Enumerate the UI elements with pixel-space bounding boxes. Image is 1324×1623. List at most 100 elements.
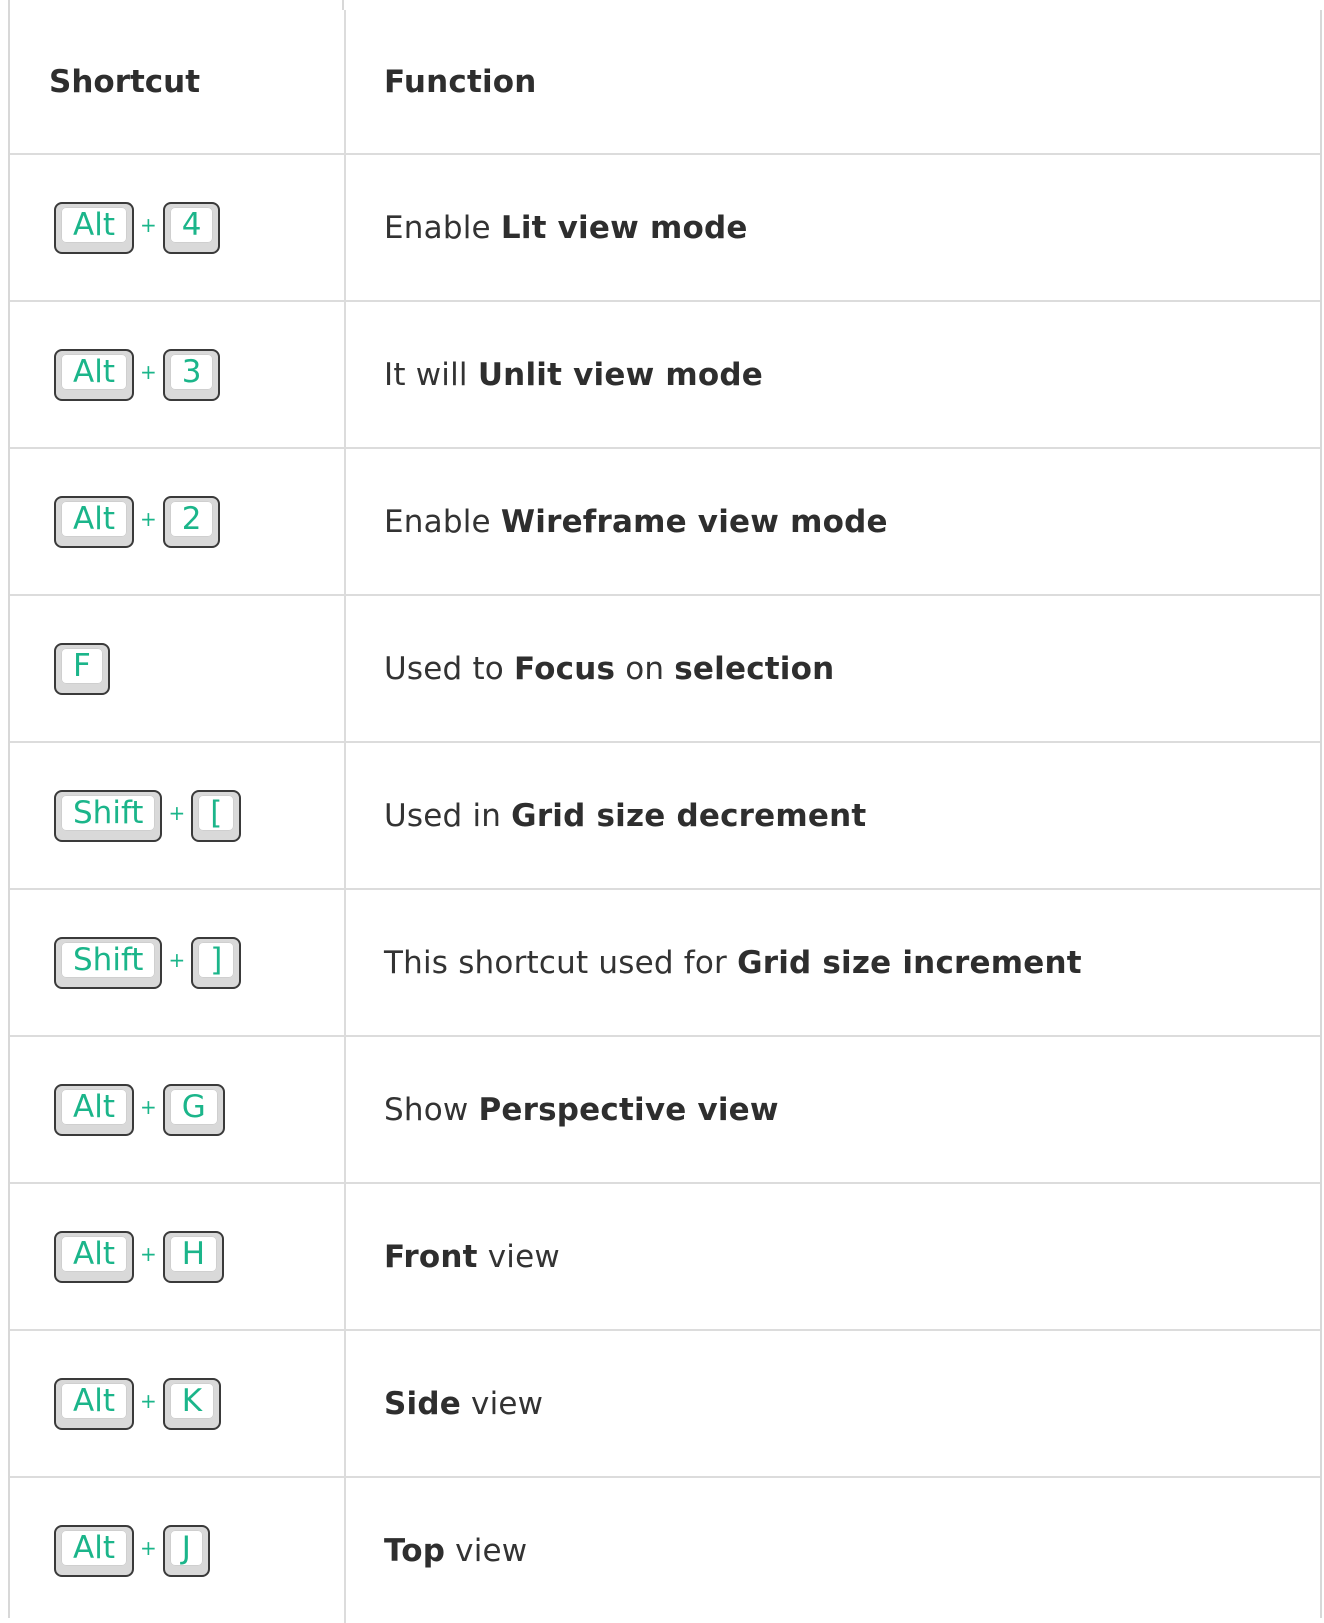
function-keyword: Side — [384, 1385, 461, 1422]
keycap-f: F — [54, 642, 110, 695]
table-top-divider-line — [342, 0, 344, 10]
keycap-label: 2 — [181, 500, 202, 537]
function-keyword: Lit view mode — [500, 209, 748, 246]
function-text: Used to — [384, 650, 515, 687]
function-text: It will — [384, 356, 478, 393]
shortcut-cell: Alt +2 — [10, 449, 346, 594]
function-keyword: Grid size increment — [737, 944, 1082, 981]
keycap-label: F — [73, 647, 91, 684]
function-keyword: Grid size decrement — [511, 797, 867, 834]
shortcut-cell: Alt + G — [10, 1037, 346, 1182]
keycap-shift: Shift — [54, 936, 163, 989]
function-description: Front view — [384, 1239, 560, 1275]
function-keyword: Unlit view mode — [477, 356, 764, 393]
function-text: Enable — [384, 209, 501, 246]
plus-sign: + — [139, 1388, 157, 1413]
key-combo: Alt + J — [54, 1524, 210, 1577]
keycap-g: G — [162, 1083, 225, 1136]
function-text: on — [615, 650, 675, 687]
function-keyword: Front — [384, 1238, 478, 1275]
function-keyword: Focus — [514, 650, 616, 687]
key-combo: Alt +4 — [54, 201, 221, 254]
key-combo: Alt + K — [54, 1377, 222, 1430]
function-cell: It will Unlit view mode — [346, 302, 1320, 447]
keycap-label: Alt — [73, 206, 115, 243]
table-top-left-line — [8, 0, 10, 10]
header-shortcut: Shortcut — [10, 10, 346, 153]
function-cell: Show Perspective view — [346, 1037, 1320, 1182]
shortcut-cell: Alt +4 — [10, 155, 346, 300]
key-combo: Alt +2 — [54, 495, 221, 548]
keycap-label: H — [181, 1235, 206, 1272]
keycap-label: 3 — [181, 353, 202, 390]
function-keyword: Perspective view — [478, 1091, 779, 1128]
keycap-shift: Shift — [54, 789, 163, 842]
table-header-row: Shortcut Function — [10, 10, 1320, 155]
function-cell: This shortcut used for Grid size increme… — [346, 890, 1320, 1035]
header-function: Function — [384, 63, 537, 100]
function-description: Show Perspective view — [384, 1092, 779, 1128]
function-text: Enable — [384, 503, 501, 540]
function-text: view — [445, 1532, 528, 1569]
key-combo: Alt +3 — [54, 348, 221, 401]
key-combo: F — [54, 642, 110, 695]
shortcut-cell: Alt + H — [10, 1184, 346, 1329]
keycap-label: Shift — [73, 794, 144, 831]
function-cell: Enable Wireframe view mode — [346, 449, 1320, 594]
plus-sign: + — [139, 1094, 157, 1119]
keycap-open-bracket: [ — [191, 789, 242, 842]
keycap-alt: Alt — [54, 1230, 134, 1283]
plus-sign: + — [168, 800, 186, 825]
function-text: This shortcut used for — [384, 944, 738, 981]
keycap-label: Alt — [73, 353, 115, 390]
shortcut-cell: Alt +3 — [10, 302, 346, 447]
shortcut-cell: Shift +] — [10, 890, 346, 1035]
function-cell: Used in Grid size decrement — [346, 743, 1320, 888]
function-keyword: selection — [674, 650, 835, 687]
keycap-label: Alt — [73, 1088, 115, 1125]
function-description: Enable Wireframe view mode — [384, 504, 888, 540]
keycap-4: 4 — [162, 201, 221, 254]
plus-sign: + — [139, 1535, 157, 1560]
key-combo: Alt + G — [54, 1083, 225, 1136]
table-row: Alt + G Show Perspective view — [10, 1037, 1320, 1184]
keycap-j: J — [162, 1524, 210, 1577]
keycap-label: Alt — [73, 1235, 115, 1272]
keycap-label: Shift — [73, 941, 144, 978]
shortcut-cell: Shift + [ — [10, 743, 346, 888]
function-cell: Top view — [346, 1478, 1320, 1623]
table-row: Alt +3 It will Unlit view mode — [10, 302, 1320, 449]
keycap-label: Alt — [73, 500, 115, 537]
function-text: Show — [384, 1091, 479, 1128]
function-description: It will Unlit view mode — [384, 357, 763, 393]
keycap-alt: Alt — [54, 348, 134, 401]
function-cell: Front view — [346, 1184, 1320, 1329]
function-keyword: Top — [384, 1532, 446, 1569]
keycap-alt: Alt — [54, 201, 134, 254]
keycap-alt: Alt — [54, 495, 134, 548]
function-text: view — [460, 1385, 544, 1422]
keycap-alt: Alt — [54, 1083, 134, 1136]
keycap-h: H — [162, 1230, 225, 1283]
keycap-alt: Alt — [54, 1524, 134, 1577]
function-text: view — [477, 1238, 560, 1275]
keycap-label: Alt — [73, 1529, 115, 1566]
plus-sign: + — [139, 1241, 157, 1266]
plus-sign: + — [168, 947, 186, 972]
keycap-label: 4 — [181, 206, 202, 243]
function-description: This shortcut used for Grid size increme… — [384, 945, 1082, 981]
table-row: Alt + H Front view — [10, 1184, 1320, 1331]
keycap-k: K — [162, 1377, 222, 1430]
function-description: Used in Grid size decrement — [384, 798, 866, 834]
keycap-2: 2 — [162, 495, 221, 548]
table-row: Alt +4 Enable Lit view mode — [10, 155, 1320, 302]
table-row: Alt + K Side view — [10, 1331, 1320, 1478]
function-cell: Enable Lit view mode — [346, 155, 1320, 300]
keycap-label: ] — [210, 941, 223, 978]
keycap-3: 3 — [162, 348, 221, 401]
keycap-label: K — [181, 1382, 203, 1419]
key-combo: Alt + H — [54, 1230, 225, 1283]
keycap-close-bracket: ] — [191, 936, 242, 989]
shortcut-table: Shortcut Function Alt +4 Enable Lit view m… — [8, 10, 1322, 1623]
function-keyword: Wireframe view mode — [500, 503, 888, 540]
